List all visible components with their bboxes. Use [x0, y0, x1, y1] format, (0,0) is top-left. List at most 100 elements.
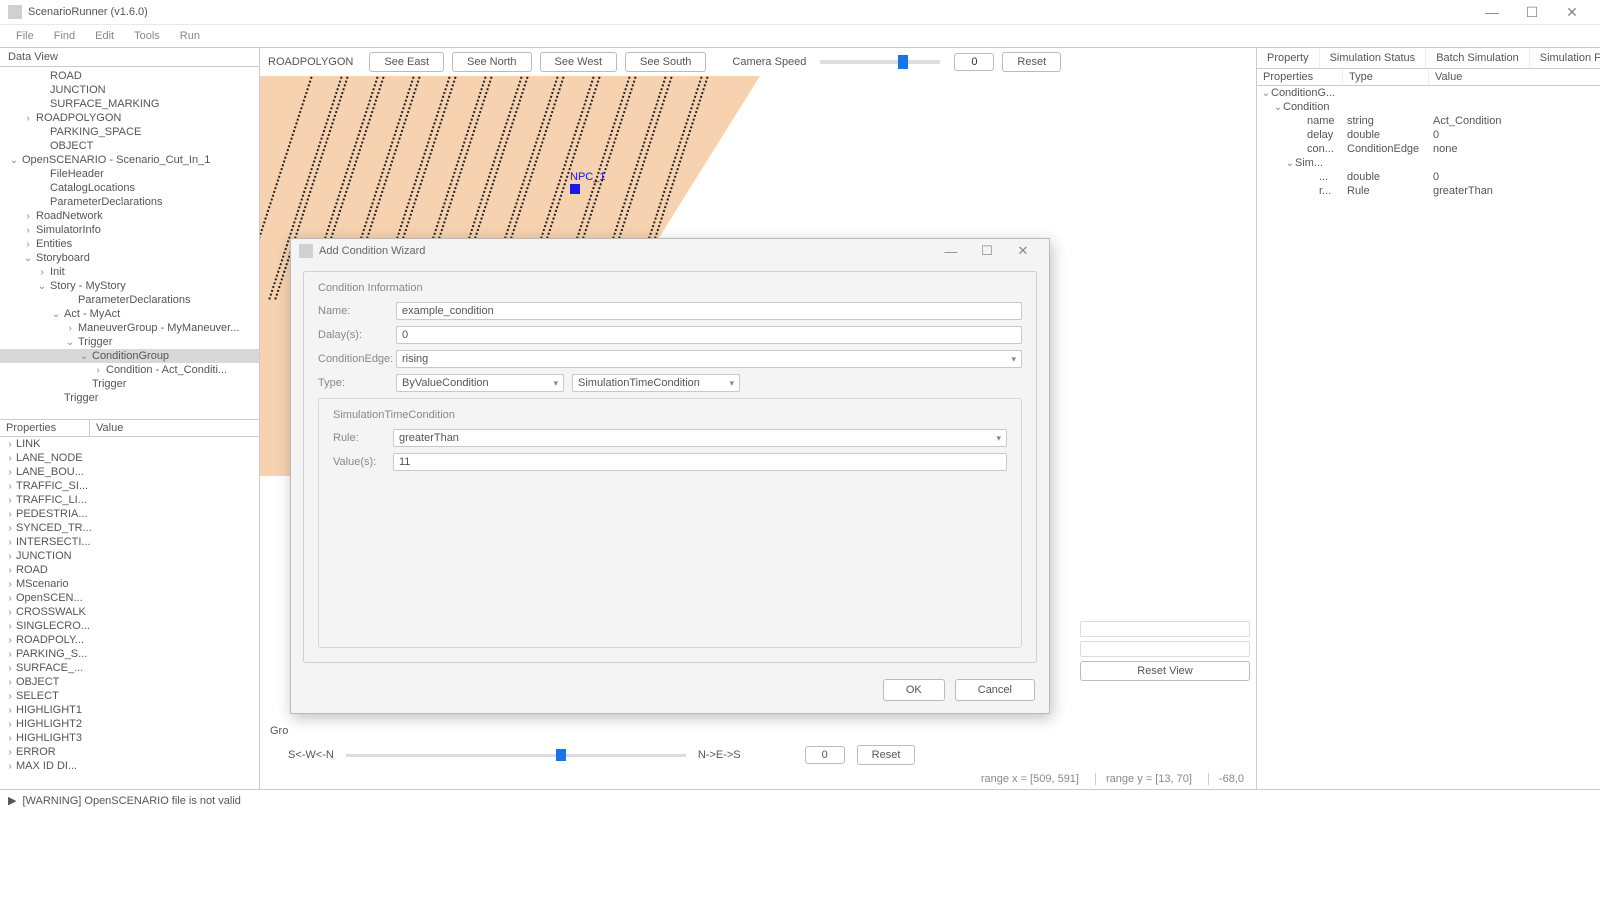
tree-item[interactable]: ⌄OpenSCENARIO - Scenario_Cut_In_1	[0, 153, 259, 167]
chevron-right-icon[interactable]: ›	[22, 113, 34, 124]
tab-property[interactable]: Property	[1257, 48, 1320, 68]
tree-item[interactable]: ParameterDeclarations	[0, 195, 259, 209]
modal-minimize-button[interactable]: —	[933, 244, 969, 259]
close-button[interactable]: ✕	[1552, 0, 1592, 24]
scenario-tree[interactable]: ROADJUNCTIONSURFACE_MARKING›ROADPOLYGONP…	[0, 67, 259, 419]
prop-item[interactable]: › TRAFFIC_SI...	[0, 479, 259, 493]
chevron-down-icon[interactable]: ⌄	[36, 281, 48, 292]
tree-item[interactable]: ›ROADPOLYGON	[0, 111, 259, 125]
hidden-field-2[interactable]	[1080, 641, 1250, 657]
maximize-button[interactable]: ☐	[1512, 0, 1552, 24]
right-prop-row[interactable]: ⌄Condition	[1257, 100, 1600, 114]
chevron-right-icon[interactable]: ›	[4, 621, 16, 632]
prop-item[interactable]: › ERROR	[0, 745, 259, 759]
chevron-down-icon[interactable]: ⌄	[1261, 88, 1271, 99]
tree-item[interactable]: ›Entities	[0, 237, 259, 251]
right-prop-row[interactable]: ⌄Sim...	[1257, 156, 1600, 170]
prop-item[interactable]: › MScenario	[0, 577, 259, 591]
tree-item[interactable]: ›Condition - Act_Conditi...	[0, 363, 259, 377]
props-list[interactable]: › LINK› LANE_NODE› LANE_BOU...› TRAFFIC_…	[0, 437, 259, 785]
orient-value[interactable]: 0	[805, 746, 845, 764]
ok-button[interactable]: OK	[883, 679, 945, 701]
camera-speed-slider[interactable]	[820, 60, 940, 64]
prop-item[interactable]: › PEDESTRIA...	[0, 507, 259, 521]
tab-simulation-status[interactable]: Simulation Status	[1320, 48, 1427, 68]
chevron-down-icon[interactable]: ⌄	[78, 351, 90, 362]
chevron-right-icon[interactable]: ›	[4, 607, 16, 618]
name-input[interactable]: example_condition	[396, 302, 1022, 320]
chevron-right-icon[interactable]: ›	[64, 323, 76, 334]
type-condition-select[interactable]: SimulationTimeCondition▾	[572, 374, 740, 392]
prop-item[interactable]: › SURFACE_...	[0, 661, 259, 675]
see-north-button[interactable]: See North	[452, 52, 532, 72]
modal-title-bar[interactable]: Add Condition Wizard — ☐ ✕	[291, 239, 1049, 263]
chevron-down-icon[interactable]: ⌄	[1273, 102, 1283, 113]
prop-item[interactable]: › CROSSWALK	[0, 605, 259, 619]
chevron-right-icon[interactable]: ›	[4, 467, 16, 478]
menu-file[interactable]: File	[6, 28, 44, 44]
type-category-select[interactable]: ByValueCondition▾	[396, 374, 564, 392]
hidden-field-1[interactable]	[1080, 621, 1250, 637]
tree-item[interactable]: ROAD	[0, 69, 259, 83]
modal-close-button[interactable]: ✕	[1005, 243, 1041, 259]
orient-reset-button[interactable]: Reset	[857, 745, 916, 765]
prop-item[interactable]: › OpenSCEN...	[0, 591, 259, 605]
tree-item[interactable]: OBJECT	[0, 139, 259, 153]
see-west-button[interactable]: See West	[540, 52, 618, 72]
values-input[interactable]: 11	[393, 453, 1007, 471]
tree-item[interactable]: ⌄Act - MyAct	[0, 307, 259, 321]
chevron-right-icon[interactable]: ›	[4, 551, 16, 562]
chevron-right-icon[interactable]: ›	[4, 635, 16, 646]
tree-item[interactable]: ›RoadNetwork	[0, 209, 259, 223]
chevron-right-icon[interactable]: ›	[4, 593, 16, 604]
minimize-button[interactable]: —	[1472, 0, 1512, 24]
chevron-right-icon[interactable]: ›	[4, 453, 16, 464]
menu-tools[interactable]: Tools	[124, 28, 170, 44]
prop-item[interactable]: › MAX ID DI...	[0, 759, 259, 773]
right-prop-row[interactable]: r...RulegreaterThan	[1257, 184, 1600, 198]
right-prop-row[interactable]: delaydouble0	[1257, 128, 1600, 142]
tab-simulation-f[interactable]: Simulation F	[1530, 48, 1600, 68]
chevron-right-icon[interactable]: ›	[4, 565, 16, 576]
reset-view-button[interactable]: Reset View	[1080, 661, 1250, 681]
prop-item[interactable]: › LINK	[0, 437, 259, 451]
chevron-right-icon[interactable]: ›	[4, 537, 16, 548]
right-prop-row[interactable]: namestringAct_Condition	[1257, 114, 1600, 128]
tree-item[interactable]: ›SimulatorInfo	[0, 223, 259, 237]
prop-item[interactable]: › SINGLECRO...	[0, 619, 259, 633]
tree-item[interactable]: Trigger	[0, 391, 259, 405]
chevron-right-icon[interactable]: ›	[22, 211, 34, 222]
chevron-down-icon[interactable]: ⌄	[50, 309, 62, 320]
chevron-right-icon[interactable]: ›	[4, 747, 16, 758]
tree-item[interactable]: FileHeader	[0, 167, 259, 181]
tree-item[interactable]: SURFACE_MARKING	[0, 97, 259, 111]
tree-item[interactable]: PARKING_SPACE	[0, 125, 259, 139]
prop-item[interactable]: › SYNCED_TR...	[0, 521, 259, 535]
chevron-right-icon[interactable]: ›	[4, 719, 16, 730]
orient-slider[interactable]	[346, 754, 686, 757]
tree-item[interactable]: CatalogLocations	[0, 181, 259, 195]
right-prop-row[interactable]: ...double0	[1257, 170, 1600, 184]
chevron-right-icon[interactable]: ›	[4, 481, 16, 492]
tree-item[interactable]: ›Init	[0, 265, 259, 279]
chevron-right-icon[interactable]: ›	[4, 523, 16, 534]
prop-item[interactable]: › LANE_BOU...	[0, 465, 259, 479]
menu-run[interactable]: Run	[170, 28, 210, 44]
chevron-down-icon[interactable]: ⌄	[8, 155, 20, 166]
npc-marker[interactable]	[570, 184, 580, 194]
chevron-right-icon[interactable]: ›	[4, 509, 16, 520]
prop-item[interactable]: › TRAFFIC_LI...	[0, 493, 259, 507]
prop-item[interactable]: › JUNCTION	[0, 549, 259, 563]
prop-item[interactable]: › HIGHLIGHT3	[0, 731, 259, 745]
tree-item[interactable]: Trigger	[0, 377, 259, 391]
chevron-right-icon[interactable]: ›	[92, 365, 104, 376]
see-east-button[interactable]: See East	[369, 52, 444, 72]
chevron-right-icon[interactable]: ›	[4, 733, 16, 744]
menu-edit[interactable]: Edit	[85, 28, 124, 44]
chevron-right-icon[interactable]: ›	[4, 649, 16, 660]
prop-item[interactable]: › ROADPOLY...	[0, 633, 259, 647]
modal-maximize-button[interactable]: ☐	[969, 243, 1005, 259]
tree-item[interactable]: ⌄Storyboard	[0, 251, 259, 265]
tree-item[interactable]: ParameterDeclarations	[0, 293, 259, 307]
tab-batch-simulation[interactable]: Batch Simulation	[1426, 48, 1530, 68]
